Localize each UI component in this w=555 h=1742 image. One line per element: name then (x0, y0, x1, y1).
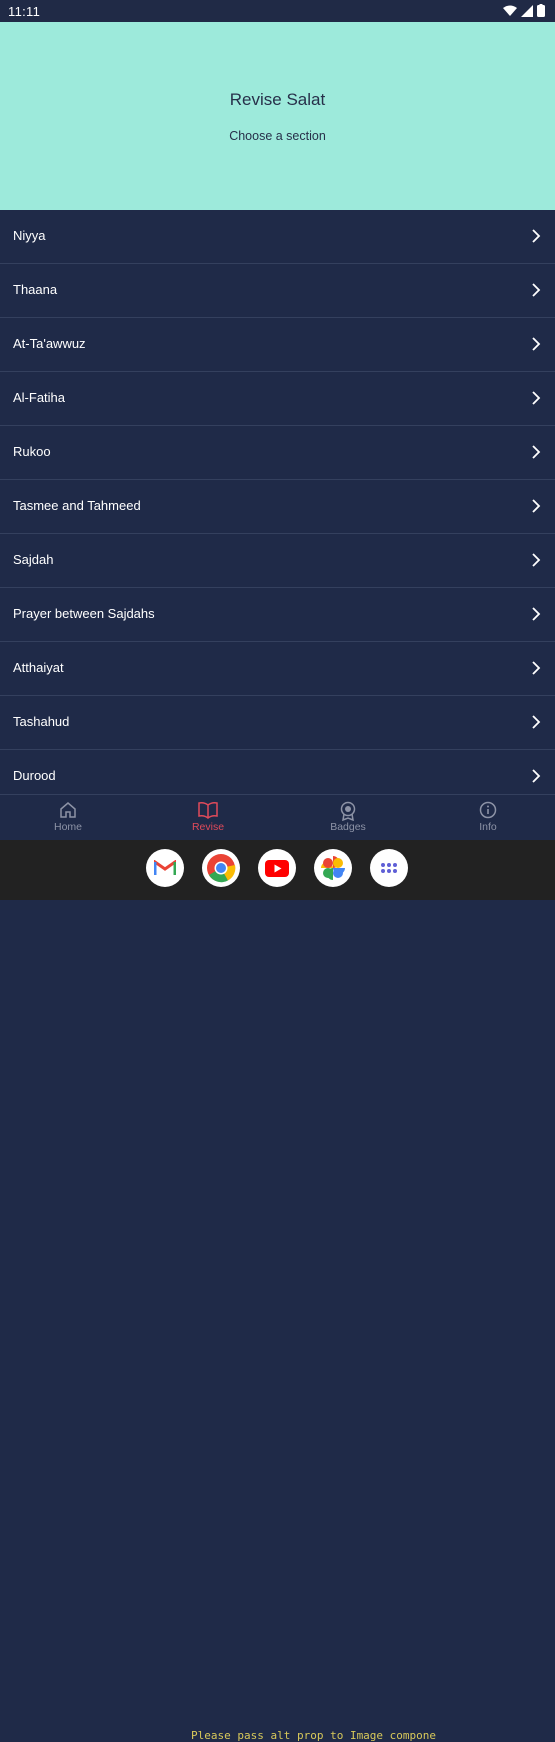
list-item[interactable]: Al-Fatiha (0, 372, 555, 426)
photos-icon[interactable] (314, 849, 352, 887)
nav-label: Home (53, 821, 82, 833)
badge-icon (308, 801, 388, 822)
page-title: Revise Salat (229, 90, 326, 109)
chevron-right-icon (532, 499, 541, 513)
list-item-label: Niyya (13, 228, 46, 243)
chevron-right-icon (532, 337, 541, 351)
list-item[interactable]: Tasmee and Tahmeed (0, 480, 555, 534)
header: Revise Salat Choose a section (0, 22, 555, 210)
list-item-label: Prayer between Sajdahs (13, 606, 155, 621)
nav-label: Revise (191, 821, 225, 833)
list-item[interactable]: Thaana (0, 264, 555, 318)
battery-icon (537, 4, 545, 17)
nav-label: Info (479, 821, 497, 833)
signal-icon (521, 4, 533, 17)
list-item-label: Rukoo (13, 444, 51, 459)
console-overlay-text: Please pass alt prop to Image compone (191, 1729, 437, 1742)
section-list: Niyya Thaana At-Ta'awwuz Al-Fatiha Rukoo… (0, 210, 555, 794)
nav-revise[interactable]: Revise (168, 801, 248, 833)
list-item[interactable]: Prayer between Sajdahs (0, 588, 555, 642)
info-icon (448, 801, 528, 821)
bottom-nav: Home Revise Badges Info (0, 794, 555, 841)
chevron-right-icon (532, 607, 541, 621)
nav-home[interactable]: Home (28, 801, 108, 833)
list-item[interactable]: Durood (0, 750, 555, 794)
list-item-label: Atthaiyat (13, 660, 64, 675)
chevron-right-icon (532, 715, 541, 729)
list-item-label: At-Ta'awwuz (13, 336, 86, 351)
page-subtitle: Choose a section (229, 129, 326, 143)
list-item[interactable]: Niyya (0, 210, 555, 264)
chevron-right-icon (532, 391, 541, 405)
chevron-right-icon (532, 229, 541, 243)
gmail-icon[interactable] (146, 849, 184, 887)
youtube-icon[interactable] (258, 849, 296, 887)
system-dock: Please pass alt prop to Image compone (0, 840, 555, 1742)
chevron-right-icon (532, 661, 541, 675)
list-item-label: Sajdah (13, 552, 54, 567)
nav-label: Badges (330, 821, 366, 833)
chevron-right-icon (532, 769, 541, 783)
chevron-right-icon (532, 553, 541, 567)
chevron-right-icon (532, 445, 541, 459)
wifi-icon (503, 5, 517, 16)
list-item-label: Thaana (13, 282, 58, 297)
list-item[interactable]: Tashahud (0, 696, 555, 750)
list-item[interactable]: Rukoo (0, 426, 555, 480)
list-item-label: Tashahud (13, 714, 70, 729)
list-item[interactable]: Sajdah (0, 534, 555, 588)
status-time: 11:11 (8, 4, 41, 19)
nav-badges[interactable]: Badges (308, 801, 388, 833)
list-item-label: Durood (13, 768, 56, 783)
nav-info[interactable]: Info (448, 801, 528, 833)
chrome-icon[interactable] (202, 849, 240, 887)
app-drawer-icon[interactable] (370, 849, 408, 887)
chevron-right-icon (532, 283, 541, 297)
list-item-label: Al-Fatiha (13, 390, 66, 405)
list-item[interactable]: Atthaiyat (0, 642, 555, 696)
status-bar: 11:11 (0, 0, 555, 22)
list-item[interactable]: At-Ta'awwuz (0, 318, 555, 372)
list-item-label: Tasmee and Tahmeed (13, 498, 141, 513)
book-icon (168, 801, 248, 821)
home-icon (28, 801, 108, 821)
status-icons (503, 4, 545, 17)
